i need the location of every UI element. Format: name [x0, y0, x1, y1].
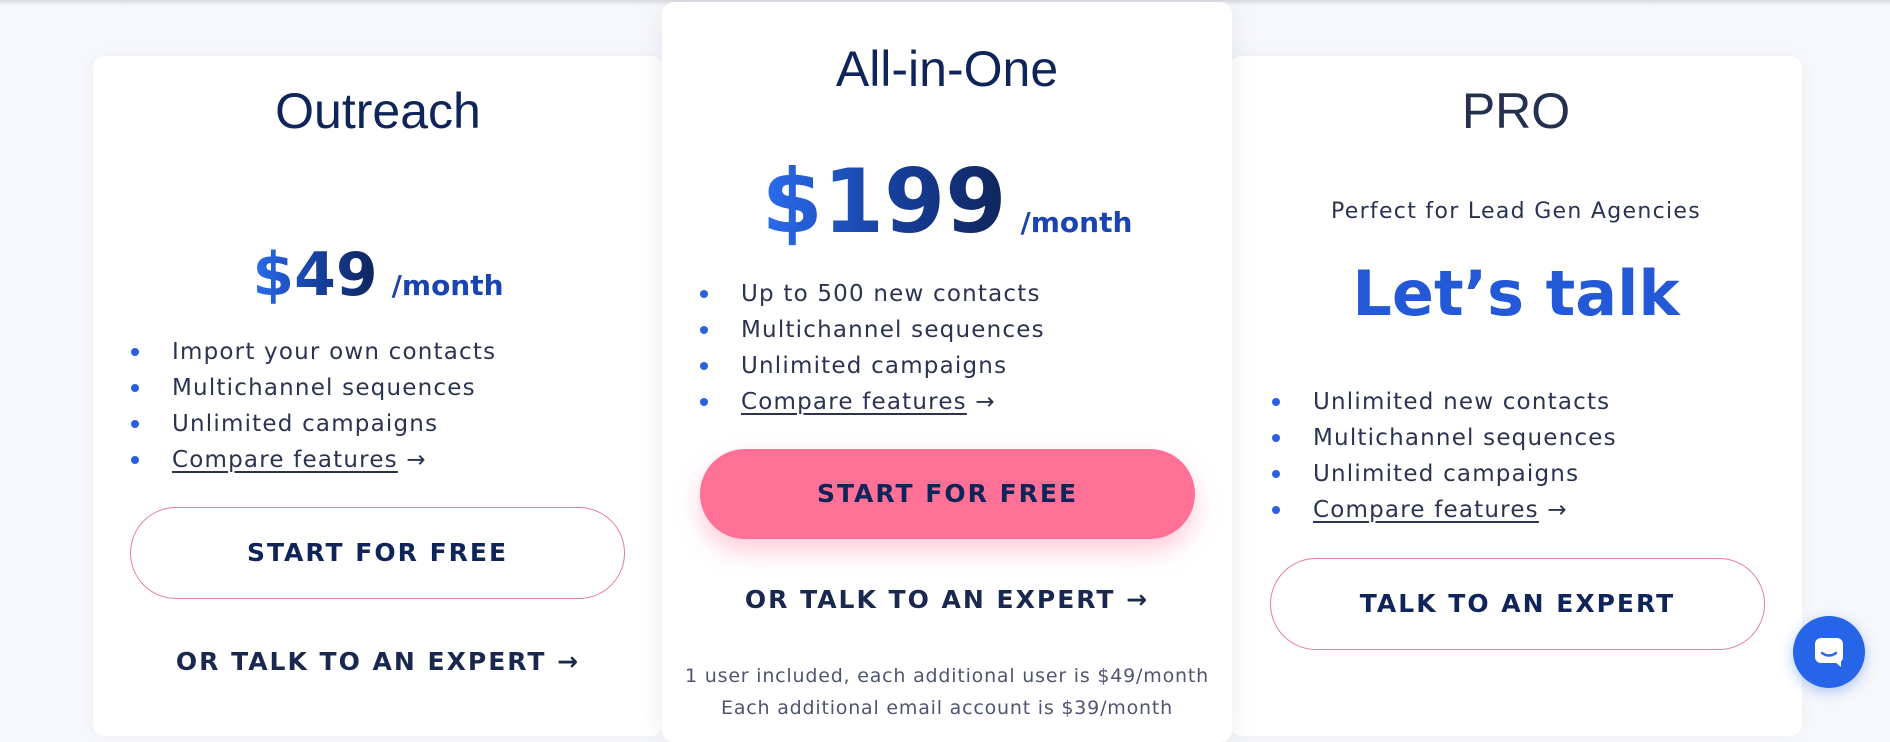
plan-tagline: Perfect for Lead Gen Agencies	[1330, 199, 1702, 224]
pricing-note: Each additional email account is $39/mon…	[721, 697, 1173, 719]
compare-features-link[interactable]: Compare features	[172, 447, 398, 473]
plan-price: Let’s talk	[1352, 257, 1680, 330]
arrow-right-icon: →	[397, 447, 427, 473]
feature-item: Import your own contacts	[129, 334, 496, 370]
pricing-note: 1 user included, each additional user is…	[685, 665, 1209, 687]
chat-launcher-button[interactable]	[1793, 616, 1865, 688]
compare-features-link[interactable]: Compare features	[741, 389, 967, 415]
feature-item: Unlimited new contacts	[1270, 384, 1617, 420]
compare-features-item: Compare features →	[1270, 492, 1617, 528]
talk-to-expert-link[interactable]: OR TALK TO AN EXPERT →	[662, 580, 1232, 620]
start-for-free-button[interactable]: START FOR FREE	[700, 449, 1195, 539]
feature-item: Up to 500 new contacts	[698, 276, 1045, 312]
plan-card-pro: PRO Perfect for Lead Gen Agencies Let’s …	[1230, 56, 1802, 736]
feature-item: Unlimited campaigns	[698, 348, 1045, 384]
price-period: /month	[391, 269, 504, 302]
start-for-free-button[interactable]: START FOR FREE	[130, 507, 625, 599]
feature-item: Multichannel sequences	[129, 370, 496, 406]
price-amount: $49	[252, 240, 378, 310]
compare-features-item: Compare features →	[698, 384, 1045, 420]
arrow-right-icon: →	[966, 389, 996, 415]
feature-item: Multichannel sequences	[1270, 420, 1617, 456]
price-period: /month	[1020, 206, 1133, 239]
plan-card-outreach: Outreach $49/month Import your own conta…	[93, 56, 663, 736]
plan-price: $199/month	[662, 150, 1232, 253]
feature-list: Import your own contacts Multichannel se…	[129, 334, 496, 478]
chat-bubble-icon	[1815, 638, 1843, 667]
feature-list: Unlimited new contacts Multichannel sequ…	[1270, 384, 1617, 528]
plan-title: PRO	[1461, 83, 1571, 139]
arrow-right-icon: →	[1538, 497, 1568, 523]
price-amount: $199	[761, 150, 1007, 253]
plan-title: Outreach	[275, 83, 481, 139]
compare-features-item: Compare features →	[129, 442, 496, 478]
feature-item: Multichannel sequences	[698, 312, 1045, 348]
talk-to-expert-button[interactable]: TALK TO AN EXPERT	[1270, 558, 1765, 650]
feature-item: Unlimited campaigns	[1270, 456, 1617, 492]
plan-title: All-in-One	[835, 41, 1059, 97]
talk-to-expert-link[interactable]: OR TALK TO AN EXPERT →	[93, 642, 663, 682]
plan-price: $49/month	[93, 240, 663, 310]
feature-list: Up to 500 new contacts Multichannel sequ…	[698, 276, 1045, 420]
feature-item: Unlimited campaigns	[129, 406, 496, 442]
plan-card-all-in-one: All-in-One $199/month Up to 500 new cont…	[662, 2, 1232, 742]
compare-features-link[interactable]: Compare features	[1313, 497, 1539, 523]
